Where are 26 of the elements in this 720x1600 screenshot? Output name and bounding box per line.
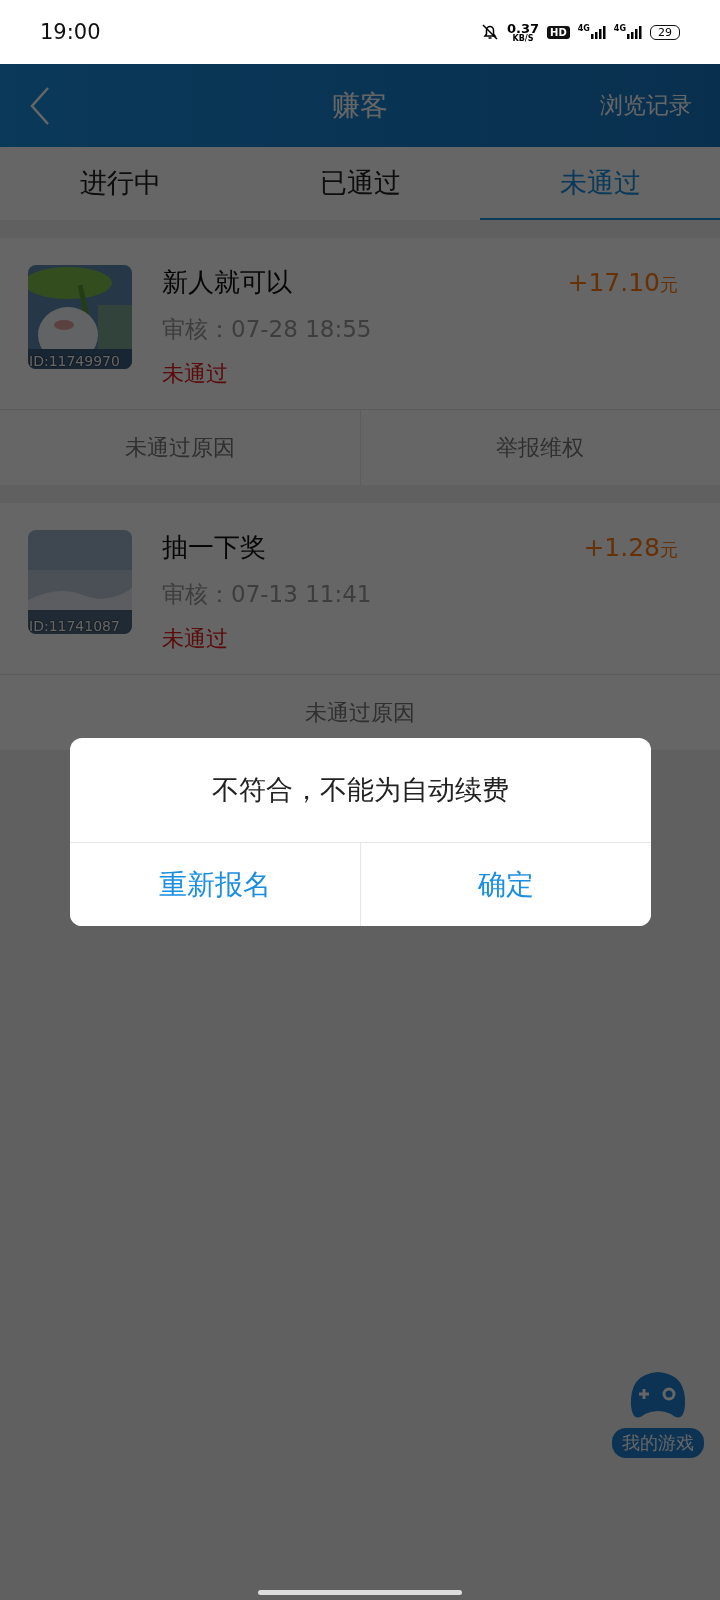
- task-id: ID:11749970: [29, 353, 120, 369]
- tab[interactable]: 进行中: [0, 147, 240, 220]
- network-type: 4G: [613, 24, 626, 33]
- status-label: 未通过: [162, 625, 229, 653]
- task-title: 新人就可以: [162, 266, 292, 299]
- page-title: 赚客: [332, 87, 388, 124]
- network-type: 4G: [577, 24, 590, 33]
- task-title: 抽一下奖: [162, 531, 266, 564]
- back-icon[interactable]: [28, 85, 52, 126]
- battery-icon: 29: [650, 24, 680, 40]
- network-unit: KB/S: [512, 34, 534, 43]
- hd-badge: HD: [547, 25, 570, 39]
- signal-icon: [589, 24, 606, 40]
- network-speed: 0.37: [506, 21, 540, 35]
- signal-icon: [626, 24, 642, 40]
- status-label: 未通过: [162, 360, 229, 388]
- status-time: 19:00: [40, 20, 101, 44]
- dialog-button[interactable]: 确定: [360, 843, 651, 926]
- tab[interactable]: 未通过: [480, 147, 720, 220]
- my-games-button[interactable]: 我的游戏: [612, 1428, 704, 1458]
- task-id: ID:11741087: [29, 618, 120, 634]
- history-link[interactable]: 浏览记录: [600, 90, 692, 121]
- tab[interactable]: 已通过: [240, 147, 480, 220]
- reward-amount: +17.10元: [567, 268, 678, 297]
- bell-muted-icon: [480, 23, 499, 41]
- reward-amount: +1.28元: [583, 533, 678, 562]
